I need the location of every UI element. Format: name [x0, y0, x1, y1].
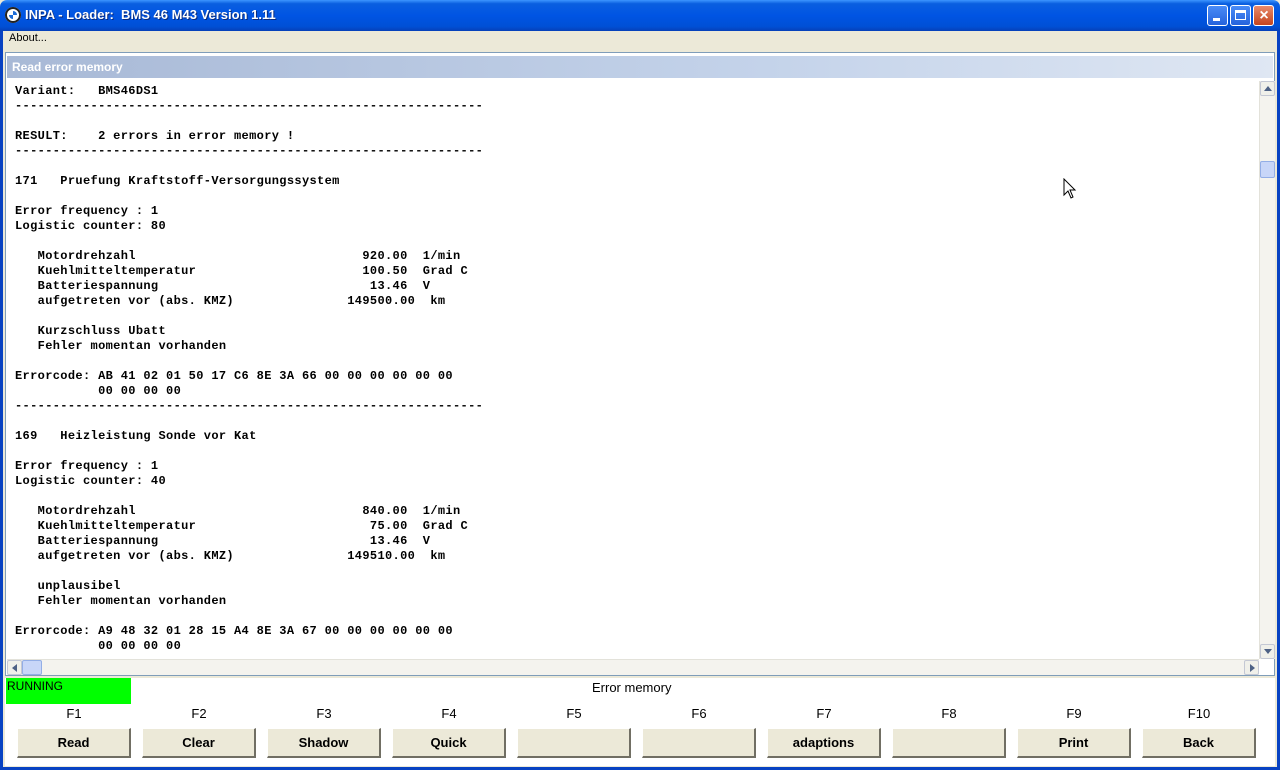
- fkey-label-f9: F9: [1066, 706, 1082, 721]
- mouse-pointer-icon: [1063, 178, 1077, 199]
- window-title: INPA - Loader: BMS 46 M43 Version 1.11: [25, 7, 276, 22]
- scroll-down-button[interactable]: [1260, 644, 1275, 659]
- fkey-button-f4[interactable]: Quick: [392, 728, 506, 758]
- error-memory-panel: Read error memory Variant: BMS46DS1 ----…: [5, 52, 1275, 676]
- title-bar[interactable]: INPA - Loader: BMS 46 M43 Version 1.11 ×: [0, 0, 1280, 31]
- scroll-up-button[interactable]: [1260, 81, 1275, 96]
- window-frame-left: [0, 31, 3, 770]
- fkey-button-f7[interactable]: adaptions: [767, 728, 881, 758]
- fkey-button-f8[interactable]: [892, 728, 1006, 758]
- minimize-button[interactable]: [1207, 5, 1228, 26]
- arrow-down-icon: [1264, 649, 1272, 654]
- status-indicator: RUNNING: [6, 678, 131, 704]
- panel-title: Read error memory: [12, 60, 123, 74]
- fkey-label-f10: F10: [1187, 706, 1211, 721]
- bmw-logo-icon[interactable]: [5, 7, 21, 23]
- close-button[interactable]: ×: [1253, 5, 1274, 26]
- horizontal-scroll-thumb[interactable]: [22, 660, 42, 675]
- fkey-label-f3: F3: [316, 706, 332, 721]
- status-text: RUNNING: [7, 679, 63, 693]
- scroll-left-button[interactable]: [7, 660, 22, 675]
- fkey-button-f2[interactable]: Clear: [142, 728, 256, 758]
- arrow-right-icon: [1250, 664, 1255, 672]
- fkey-label-f1: F1: [66, 706, 82, 721]
- fkey-button-f3[interactable]: Shadow: [267, 728, 381, 758]
- menu-item-about[interactable]: About...: [9, 32, 47, 44]
- fkey-button-f6[interactable]: [642, 728, 756, 758]
- horizontal-scrollbar[interactable]: [7, 659, 1259, 675]
- arrow-left-icon: [12, 664, 17, 672]
- fkey-label-f8: F8: [941, 706, 957, 721]
- fkey-label-f7: F7: [816, 706, 832, 721]
- minimize-icon: [1213, 18, 1220, 21]
- fkey-button-f1[interactable]: Read: [17, 728, 131, 758]
- vertical-scroll-thumb[interactable]: [1260, 161, 1275, 178]
- screen-title: Error memory: [592, 680, 672, 695]
- fkey-button-f5[interactable]: [517, 728, 631, 758]
- scroll-right-button[interactable]: [1244, 660, 1259, 675]
- vertical-scrollbar[interactable]: [1259, 81, 1275, 659]
- panel-title-bar: Read error memory: [7, 56, 1273, 78]
- fkey-label-f6: F6: [691, 706, 707, 721]
- menu-bar: About...: [3, 31, 1277, 49]
- result-text-area[interactable]: Variant: BMS46DS1 ----------------------…: [15, 84, 1255, 658]
- maximize-button[interactable]: [1230, 5, 1251, 26]
- fkey-label-f4: F4: [441, 706, 457, 721]
- arrow-up-icon: [1264, 86, 1272, 91]
- maximize-icon: [1235, 10, 1246, 20]
- fkey-button-f9[interactable]: Print: [1017, 728, 1131, 758]
- function-key-area: RUNNING Error memory F1 Read F2 Clear F3 Shad…: [5, 678, 1275, 766]
- fkey-label-f5: F5: [566, 706, 582, 721]
- close-icon: ×: [1259, 7, 1269, 24]
- fkey-label-f2: F2: [191, 706, 207, 721]
- fkey-button-f10[interactable]: Back: [1142, 728, 1256, 758]
